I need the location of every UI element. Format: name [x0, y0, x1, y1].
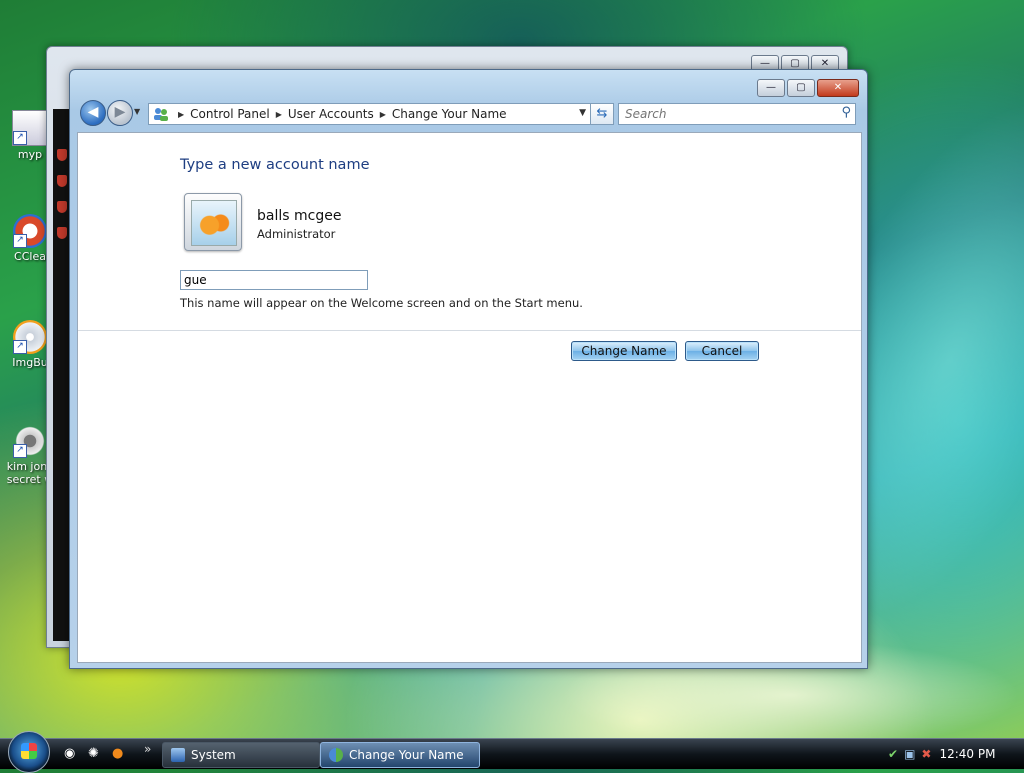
chevron-right-icon: ▶: [178, 109, 185, 119]
address-bar[interactable]: ▶ Control Panel ▶ User Accounts ▶ Change…: [148, 103, 591, 125]
quick-launch-settings-icon[interactable]: ✺: [88, 746, 99, 761]
new-account-name-input[interactable]: [180, 270, 368, 290]
taskbar-item-label: Change Your Name: [349, 748, 464, 762]
shortcut-arrow-icon: ↗: [13, 444, 27, 458]
close-button[interactable]: ✕: [817, 79, 859, 97]
quick-launch-more-icon[interactable]: »: [144, 742, 151, 756]
change-name-button[interactable]: Change Name: [571, 341, 677, 361]
search-icon[interactable]: ⚲: [841, 105, 851, 120]
shield-icon: [57, 227, 67, 239]
windows-logo-icon: [21, 743, 37, 759]
navigation-bar: ◀ ▶ ▼ ▶ Control Panel ▶ User Accounts ▶ …: [78, 98, 859, 128]
shortcut-arrow-icon: ↗: [13, 131, 27, 145]
ccleaner-icon: ↗: [13, 214, 47, 248]
helper-text: This name will appear on the Welcome scr…: [180, 296, 583, 310]
cancel-button[interactable]: Cancel: [685, 341, 759, 361]
refresh-button[interactable]: ⇆: [590, 103, 614, 125]
volume-muted-icon[interactable]: ✖: [921, 747, 931, 761]
address-dropdown-icon[interactable]: ▼: [579, 108, 586, 118]
window-controls: — ▢ ✕: [757, 79, 859, 97]
search-box[interactable]: ⚲: [618, 103, 856, 125]
taskbar: ◉ ✺ ● » System Change Your Name ✔ ▣ ✖ 12…: [0, 731, 1024, 773]
avatar: [184, 193, 242, 251]
recent-pages-dropdown-icon[interactable]: ▼: [134, 107, 140, 116]
network-icon[interactable]: ▣: [904, 747, 915, 761]
forward-button[interactable]: ▶: [107, 100, 133, 126]
program-icon: ↗: [12, 110, 48, 146]
change-your-name-window[interactable]: — ▢ ✕ ◀ ▶ ▼ ▶ Control Panel ▶ User Accou…: [69, 69, 868, 669]
minimize-button[interactable]: —: [757, 79, 785, 97]
shortcut-arrow-icon: ↗: [13, 234, 27, 248]
chevron-right-icon[interactable]: ▶: [276, 110, 282, 119]
divider: [78, 330, 861, 331]
breadcrumb-control-panel[interactable]: Control Panel: [190, 107, 270, 121]
content-pane: Type a new account name balls mcgee Admi…: [77, 132, 862, 663]
shortcut-arrow-icon: ↗: [13, 340, 27, 354]
system-tray: ✔ ▣ ✖ 12:40 PM: [882, 739, 1024, 769]
chevron-right-icon[interactable]: ▶: [380, 110, 386, 119]
page-title: Type a new account name: [180, 157, 370, 173]
disc-icon: ↗: [13, 320, 47, 354]
shield-icon: [57, 175, 67, 187]
goldfish-picture-icon: [191, 200, 237, 246]
taskbar-item-change-your-name[interactable]: Change Your Name: [320, 742, 480, 768]
clock[interactable]: 12:40 PM: [939, 747, 995, 761]
user-accounts-icon: [153, 107, 169, 121]
user-role: Administrator: [257, 227, 336, 241]
maximize-button[interactable]: ▢: [787, 79, 815, 97]
quick-launch-show-desktop-icon[interactable]: ◉: [64, 746, 75, 761]
user-accounts-icon: [329, 748, 343, 762]
system-icon: [171, 748, 185, 762]
security-check-icon[interactable]: ✔: [888, 747, 898, 761]
start-button[interactable]: [8, 731, 50, 773]
breadcrumb-change-your-name[interactable]: Change Your Name: [392, 107, 507, 121]
quick-launch-firefox-icon[interactable]: ●: [112, 746, 123, 761]
back-button[interactable]: ◀: [80, 100, 106, 126]
search-input[interactable]: [623, 104, 827, 124]
taskbar-item-system[interactable]: System: [162, 742, 320, 768]
gear-icon: ↗: [13, 424, 47, 458]
shield-icon: [57, 149, 67, 161]
taskbar-item-label: System: [191, 748, 236, 762]
user-name: balls mcgee: [257, 208, 342, 224]
shield-icon: [57, 201, 67, 213]
breadcrumb-user-accounts[interactable]: User Accounts: [288, 107, 374, 121]
